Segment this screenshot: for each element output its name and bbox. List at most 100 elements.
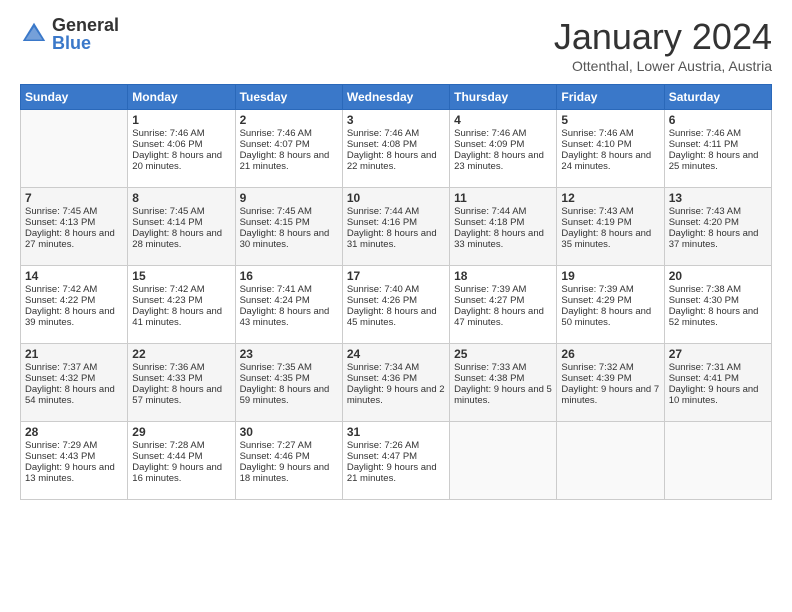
- calendar-cell: 8Sunrise: 7:45 AMSunset: 4:14 PMDaylight…: [128, 188, 235, 266]
- day-number: 6: [669, 113, 767, 127]
- daylight-text: Daylight: 8 hours and 27 minutes.: [25, 228, 123, 250]
- sunset-text: Sunset: 4:14 PM: [132, 217, 230, 228]
- sunrise-text: Sunrise: 7:39 AM: [454, 284, 552, 295]
- daylight-text: Daylight: 9 hours and 18 minutes.: [240, 462, 338, 484]
- day-number: 28: [25, 425, 123, 439]
- daylight-text: Daylight: 9 hours and 5 minutes.: [454, 384, 552, 406]
- logo-general: General: [52, 16, 119, 34]
- sunrise-text: Sunrise: 7:26 AM: [347, 440, 445, 451]
- daylight-text: Daylight: 9 hours and 7 minutes.: [561, 384, 659, 406]
- logo-blue: Blue: [52, 34, 119, 52]
- day-number: 26: [561, 347, 659, 361]
- weekday-header-friday: Friday: [557, 85, 664, 110]
- calendar-cell: [557, 422, 664, 500]
- calendar-cell: 29Sunrise: 7:28 AMSunset: 4:44 PMDayligh…: [128, 422, 235, 500]
- daylight-text: Daylight: 9 hours and 16 minutes.: [132, 462, 230, 484]
- sunset-text: Sunset: 4:38 PM: [454, 373, 552, 384]
- weekday-header-tuesday: Tuesday: [235, 85, 342, 110]
- day-number: 27: [669, 347, 767, 361]
- daylight-text: Daylight: 8 hours and 22 minutes.: [347, 150, 445, 172]
- weekday-header-thursday: Thursday: [450, 85, 557, 110]
- calendar-cell: 27Sunrise: 7:31 AMSunset: 4:41 PMDayligh…: [664, 344, 771, 422]
- sunrise-text: Sunrise: 7:46 AM: [240, 128, 338, 139]
- calendar-cell: 22Sunrise: 7:36 AMSunset: 4:33 PMDayligh…: [128, 344, 235, 422]
- day-number: 23: [240, 347, 338, 361]
- day-number: 16: [240, 269, 338, 283]
- day-number: 30: [240, 425, 338, 439]
- weekday-header-monday: Monday: [128, 85, 235, 110]
- sunset-text: Sunset: 4:06 PM: [132, 139, 230, 150]
- calendar-cell: 13Sunrise: 7:43 AMSunset: 4:20 PMDayligh…: [664, 188, 771, 266]
- week-row-4: 21Sunrise: 7:37 AMSunset: 4:32 PMDayligh…: [21, 344, 772, 422]
- sunset-text: Sunset: 4:13 PM: [25, 217, 123, 228]
- day-number: 5: [561, 113, 659, 127]
- calendar-cell: 28Sunrise: 7:29 AMSunset: 4:43 PMDayligh…: [21, 422, 128, 500]
- calendar-cell: 6Sunrise: 7:46 AMSunset: 4:11 PMDaylight…: [664, 110, 771, 188]
- sunrise-text: Sunrise: 7:40 AM: [347, 284, 445, 295]
- sunrise-text: Sunrise: 7:38 AM: [669, 284, 767, 295]
- sunset-text: Sunset: 4:11 PM: [669, 139, 767, 150]
- daylight-text: Daylight: 8 hours and 35 minutes.: [561, 228, 659, 250]
- sunrise-text: Sunrise: 7:46 AM: [347, 128, 445, 139]
- sunrise-text: Sunrise: 7:41 AM: [240, 284, 338, 295]
- sunrise-text: Sunrise: 7:27 AM: [240, 440, 338, 451]
- logo-text: General Blue: [52, 16, 119, 52]
- calendar-cell: 11Sunrise: 7:44 AMSunset: 4:18 PMDayligh…: [450, 188, 557, 266]
- sunrise-text: Sunrise: 7:31 AM: [669, 362, 767, 373]
- day-number: 1: [132, 113, 230, 127]
- day-number: 22: [132, 347, 230, 361]
- sunset-text: Sunset: 4:39 PM: [561, 373, 659, 384]
- sunrise-text: Sunrise: 7:45 AM: [132, 206, 230, 217]
- sunset-text: Sunset: 4:47 PM: [347, 451, 445, 462]
- calendar-cell: 20Sunrise: 7:38 AMSunset: 4:30 PMDayligh…: [664, 266, 771, 344]
- sunrise-text: Sunrise: 7:43 AM: [561, 206, 659, 217]
- sunset-text: Sunset: 4:20 PM: [669, 217, 767, 228]
- calendar-cell: 3Sunrise: 7:46 AMSunset: 4:08 PMDaylight…: [342, 110, 449, 188]
- daylight-text: Daylight: 8 hours and 37 minutes.: [669, 228, 767, 250]
- sunset-text: Sunset: 4:29 PM: [561, 295, 659, 306]
- daylight-text: Daylight: 8 hours and 52 minutes.: [669, 306, 767, 328]
- sunrise-text: Sunrise: 7:36 AM: [132, 362, 230, 373]
- daylight-text: Daylight: 9 hours and 13 minutes.: [25, 462, 123, 484]
- day-number: 17: [347, 269, 445, 283]
- calendar-cell: 18Sunrise: 7:39 AMSunset: 4:27 PMDayligh…: [450, 266, 557, 344]
- sunset-text: Sunset: 4:26 PM: [347, 295, 445, 306]
- sunrise-text: Sunrise: 7:34 AM: [347, 362, 445, 373]
- week-row-2: 7Sunrise: 7:45 AMSunset: 4:13 PMDaylight…: [21, 188, 772, 266]
- daylight-text: Daylight: 9 hours and 10 minutes.: [669, 384, 767, 406]
- sunset-text: Sunset: 4:33 PM: [132, 373, 230, 384]
- day-number: 19: [561, 269, 659, 283]
- daylight-text: Daylight: 8 hours and 57 minutes.: [132, 384, 230, 406]
- daylight-text: Daylight: 8 hours and 54 minutes.: [25, 384, 123, 406]
- day-number: 2: [240, 113, 338, 127]
- sunset-text: Sunset: 4:30 PM: [669, 295, 767, 306]
- weekday-header-row: SundayMondayTuesdayWednesdayThursdayFrid…: [21, 85, 772, 110]
- calendar-cell: 25Sunrise: 7:33 AMSunset: 4:38 PMDayligh…: [450, 344, 557, 422]
- sunset-text: Sunset: 4:27 PM: [454, 295, 552, 306]
- calendar-cell: 12Sunrise: 7:43 AMSunset: 4:19 PMDayligh…: [557, 188, 664, 266]
- daylight-text: Daylight: 8 hours and 59 minutes.: [240, 384, 338, 406]
- calendar-cell: 9Sunrise: 7:45 AMSunset: 4:15 PMDaylight…: [235, 188, 342, 266]
- daylight-text: Daylight: 8 hours and 47 minutes.: [454, 306, 552, 328]
- calendar-cell: 30Sunrise: 7:27 AMSunset: 4:46 PMDayligh…: [235, 422, 342, 500]
- sunrise-text: Sunrise: 7:35 AM: [240, 362, 338, 373]
- calendar-cell: 19Sunrise: 7:39 AMSunset: 4:29 PMDayligh…: [557, 266, 664, 344]
- sunrise-text: Sunrise: 7:46 AM: [132, 128, 230, 139]
- week-row-3: 14Sunrise: 7:42 AMSunset: 4:22 PMDayligh…: [21, 266, 772, 344]
- day-number: 29: [132, 425, 230, 439]
- daylight-text: Daylight: 8 hours and 25 minutes.: [669, 150, 767, 172]
- sunrise-text: Sunrise: 7:37 AM: [25, 362, 123, 373]
- sunset-text: Sunset: 4:44 PM: [132, 451, 230, 462]
- calendar-cell: 5Sunrise: 7:46 AMSunset: 4:10 PMDaylight…: [557, 110, 664, 188]
- sunrise-text: Sunrise: 7:42 AM: [25, 284, 123, 295]
- sunset-text: Sunset: 4:24 PM: [240, 295, 338, 306]
- sunset-text: Sunset: 4:18 PM: [454, 217, 552, 228]
- sunrise-text: Sunrise: 7:45 AM: [240, 206, 338, 217]
- calendar-cell: 16Sunrise: 7:41 AMSunset: 4:24 PMDayligh…: [235, 266, 342, 344]
- daylight-text: Daylight: 8 hours and 21 minutes.: [240, 150, 338, 172]
- sunrise-text: Sunrise: 7:33 AM: [454, 362, 552, 373]
- sunrise-text: Sunrise: 7:39 AM: [561, 284, 659, 295]
- calendar-cell: 4Sunrise: 7:46 AMSunset: 4:09 PMDaylight…: [450, 110, 557, 188]
- daylight-text: Daylight: 8 hours and 24 minutes.: [561, 150, 659, 172]
- logo-icon: [20, 20, 48, 48]
